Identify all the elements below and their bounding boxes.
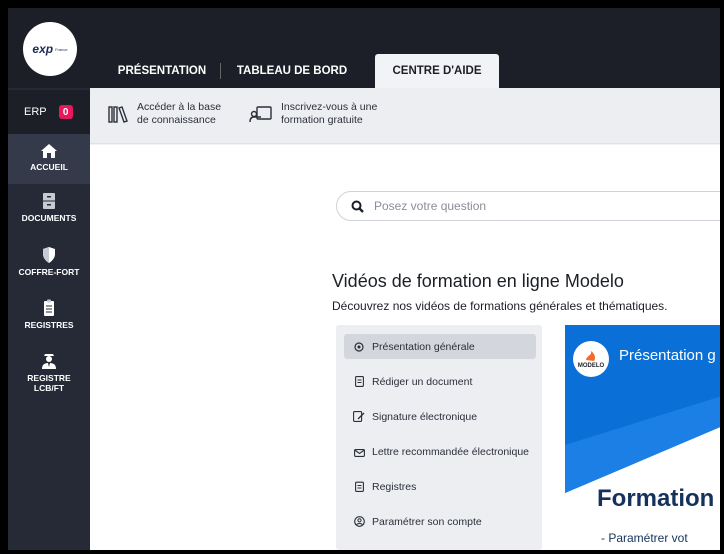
search-input[interactable]: Posez votre question xyxy=(374,199,486,213)
signature-icon xyxy=(352,411,366,422)
section-subtitle: Découvrez nos vidéos de formations génér… xyxy=(332,299,668,313)
erp-selector[interactable]: ERP 0 xyxy=(8,90,90,134)
logo-text: exp xyxy=(32,42,54,56)
sidebar: exp France ERP 0 ACCUEIL DOCUMENTS COFFR… xyxy=(8,8,90,550)
video-subline: - Paramétrer vot xyxy=(601,531,688,545)
file-cabinet-icon xyxy=(43,193,55,209)
video-item-label: Registres xyxy=(372,480,417,493)
sidebar-item-coffre-fort[interactable]: COFFRE-FORT xyxy=(8,242,90,292)
knowledge-base-link[interactable]: Accéder à la base de connaissance xyxy=(107,101,225,127)
knowledge-base-label: Accéder à la base de connaissance xyxy=(137,101,222,126)
modelo-logo: MODELO xyxy=(573,341,609,377)
logo-subtext: France xyxy=(55,46,68,52)
video-player[interactable]: MODELO Présentation g Formation - Paramé… xyxy=(565,325,720,550)
modelo-flame-icon xyxy=(586,350,595,361)
clipboard-icon xyxy=(44,299,54,316)
home-icon xyxy=(41,144,57,158)
free-training-link[interactable]: Inscrivez-vous à une formation gratuite xyxy=(249,101,381,127)
erp-count-badge: 0 xyxy=(58,105,73,119)
video-item-label: Présentation générale xyxy=(372,340,475,353)
video-item-signature[interactable]: Signature électronique xyxy=(344,404,536,429)
video-item-presentation-generale[interactable]: Présentation générale xyxy=(344,334,536,359)
video-title: Présentation g xyxy=(619,347,716,364)
main-content: Posez votre question Vidéos de formation… xyxy=(90,145,720,550)
sidebar-item-label: DOCUMENTS xyxy=(21,213,77,223)
help-toolbar: Accéder à la base de connaissance Inscri… xyxy=(90,88,720,144)
sidebar-item-label: COFFRE-FORT xyxy=(18,267,80,277)
top-navigation: PRÉSENTATION TABLEAU DE BORD CENTRE D'AI… xyxy=(90,8,720,88)
shield-icon xyxy=(43,247,55,263)
sidebar-item-registre-lcb-ft[interactable]: REGISTRE LCB/FT xyxy=(8,348,90,404)
logo-area: exp France xyxy=(8,8,90,88)
section-title: Vidéos de formation en ligne Modelo xyxy=(332,271,624,291)
free-training-label: Inscrivez-vous à une formation gratuite xyxy=(281,101,378,126)
video-item-parametrer-compte[interactable]: Paramétrer son compte xyxy=(344,509,536,534)
video-list: Présentation générale Rédiger un documen… xyxy=(336,325,542,550)
video-item-registres[interactable]: Registres xyxy=(344,474,536,499)
training-board-icon xyxy=(249,106,272,123)
books-icon xyxy=(108,106,128,123)
exp-logo[interactable]: exp France xyxy=(23,22,77,76)
sidebar-item-label: ACCUEIL xyxy=(30,162,68,172)
user-circle-icon xyxy=(352,516,366,527)
sidebar-item-label: REGISTRE LCB/FT xyxy=(27,373,71,393)
video-item-label: Signature électronique xyxy=(372,410,478,423)
video-item-label: Lettre recommandée électronique xyxy=(372,445,530,458)
erp-label: ERP xyxy=(24,106,47,118)
help-search-box[interactable]: Posez votre question xyxy=(336,191,720,221)
sidebar-item-accueil[interactable]: ACCUEIL xyxy=(8,134,90,184)
video-item-lettre-recommandee[interactable]: Lettre recommandée électronique xyxy=(344,439,536,464)
modelo-badge-text: MODELO xyxy=(577,362,605,369)
video-item-rediger-document[interactable]: Rédiger un document xyxy=(344,369,536,394)
video-item-label: Rédiger un document xyxy=(372,375,473,388)
sidebar-item-documents[interactable]: DOCUMENTS xyxy=(8,188,90,238)
agent-icon xyxy=(42,354,56,369)
clipboard-icon xyxy=(352,481,366,492)
sidebar-item-registres[interactable]: REGISTRES xyxy=(8,295,90,345)
document-icon xyxy=(352,376,366,387)
pin-icon xyxy=(352,341,366,352)
tab-centre-d-aide[interactable]: CENTRE D'AIDE xyxy=(375,54,499,88)
video-item-label: Paramétrer son compte xyxy=(372,515,482,528)
search-icon xyxy=(351,200,364,213)
sidebar-item-label: REGISTRES xyxy=(24,320,74,330)
mail-icon xyxy=(352,447,366,457)
app-window: exp France ERP 0 ACCUEIL DOCUMENTS COFFR… xyxy=(8,8,720,550)
tab-divider xyxy=(220,63,221,79)
video-headline: Formation xyxy=(597,485,715,512)
tab-presentation[interactable]: PRÉSENTATION xyxy=(110,54,214,88)
tab-tableau-de-bord[interactable]: TABLEAU DE BORD xyxy=(230,54,354,88)
